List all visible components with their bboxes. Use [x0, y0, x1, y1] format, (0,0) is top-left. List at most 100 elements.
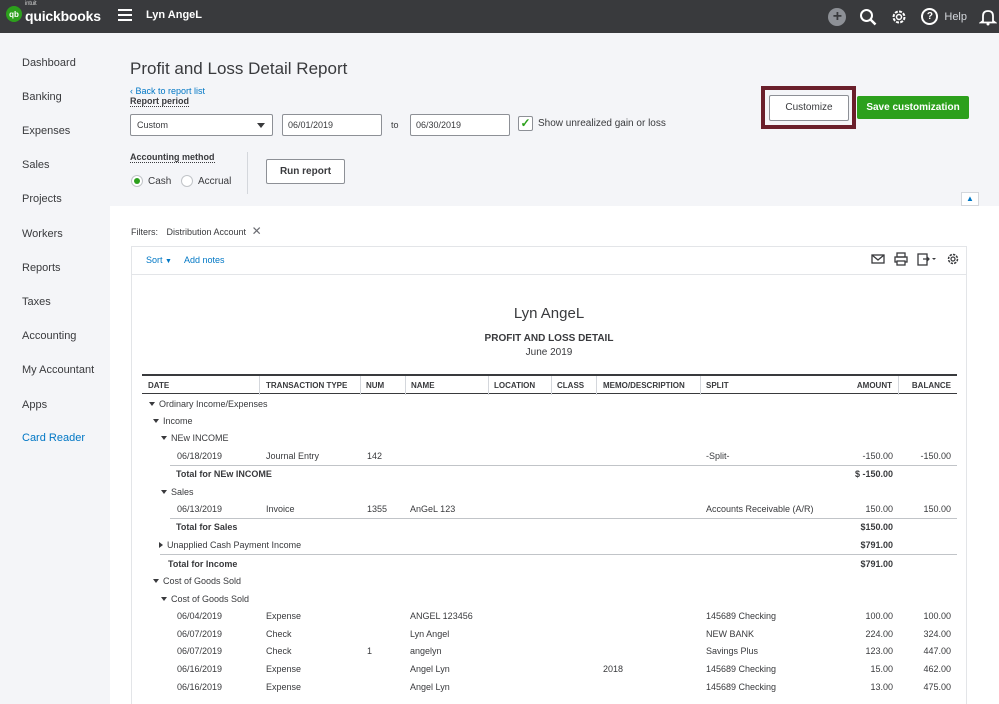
- row-type[interactable]: Invoice: [266, 504, 295, 514]
- row-num: 1355: [367, 504, 388, 514]
- row-type[interactable]: Check: [266, 629, 292, 639]
- group-ordinary[interactable]: Ordinary Income/Expenses: [149, 399, 268, 409]
- row-amount[interactable]: 15.00: [820, 664, 893, 674]
- total-sales-amount[interactable]: $150.00: [800, 522, 893, 532]
- row-type[interactable]: Expense: [266, 682, 301, 692]
- row-split: Savings Plus: [706, 646, 759, 656]
- to-label: to: [391, 120, 399, 130]
- total-new-income-label: Total for NEw INCOME: [176, 469, 272, 479]
- group-cogs[interactable]: Cost of Goods Sold: [153, 576, 241, 586]
- add-notes-link[interactable]: Add notes: [184, 255, 225, 265]
- sidebar: Dashboard Banking Expenses Sales Project…: [0, 33, 110, 704]
- group-new-income[interactable]: NEw INCOME: [161, 433, 229, 443]
- row-amount[interactable]: 13.00: [820, 682, 893, 692]
- unrealized-gain-checkbox[interactable]: ✓: [518, 116, 533, 131]
- sidebar-item-projects[interactable]: Projects: [22, 193, 62, 205]
- row-type[interactable]: Expense: [266, 664, 301, 674]
- qb-logo-icon: qb: [6, 6, 22, 22]
- column-name[interactable]: NAME: [411, 381, 435, 390]
- report-period-select[interactable]: Custom: [130, 114, 273, 136]
- row-divider: [170, 465, 957, 466]
- help-button[interactable]: ? Help: [921, 8, 967, 25]
- search-icon[interactable]: [859, 8, 877, 26]
- total-sales-label: Total for Sales: [176, 522, 238, 532]
- to-date-input[interactable]: 06/30/2019: [410, 114, 510, 136]
- unapplied-amount[interactable]: $791.00: [800, 540, 893, 550]
- sidebar-item-expenses[interactable]: Expenses: [22, 125, 70, 137]
- cash-radio-label: Cash: [148, 176, 172, 187]
- export-icon[interactable]: [917, 252, 937, 266]
- cash-radio[interactable]: [131, 175, 143, 187]
- checkmark-icon: ✓: [520, 116, 531, 130]
- row-amount[interactable]: -150.00: [820, 451, 893, 461]
- sidebar-item-apps[interactable]: Apps: [22, 399, 47, 411]
- row-split: 145689 Checking: [706, 682, 777, 692]
- sidebar-item-workers[interactable]: Workers: [22, 228, 63, 240]
- company-name: Lyn AngeL: [146, 9, 203, 21]
- close-icon[interactable]: ✕: [252, 224, 262, 238]
- column-split[interactable]: SPLIT: [706, 381, 729, 390]
- plus-icon[interactable]: +: [828, 7, 847, 26]
- collapse-icon[interactable]: ▲: [961, 192, 979, 206]
- hamburger-menu-icon[interactable]: [118, 9, 132, 21]
- sidebar-item-dashboard[interactable]: Dashboard: [22, 57, 76, 69]
- row-amount[interactable]: 100.00: [820, 611, 893, 621]
- email-icon[interactable]: [871, 253, 885, 265]
- total-income-label: Total for Income: [168, 559, 238, 569]
- row-date: 06/18/2019: [177, 451, 223, 461]
- row-balance: 462.00: [923, 664, 951, 674]
- back-to-report-list-link[interactable]: ‹ Back to report list: [130, 86, 205, 96]
- row-split: NEW BANK: [706, 629, 755, 639]
- row-date: 06/16/2019: [177, 682, 223, 692]
- row-type[interactable]: Journal Entry: [266, 451, 319, 461]
- row-amount[interactable]: 123.00: [820, 646, 893, 656]
- row-num: 1: [367, 646, 373, 656]
- sidebar-item-my-accountant[interactable]: My Accountant: [22, 364, 94, 376]
- column-transaction-type[interactable]: TRANSACTION TYPE: [266, 381, 347, 390]
- row-date: 06/04/2019: [177, 611, 223, 621]
- column-class[interactable]: CLASS: [557, 381, 584, 390]
- group-cogs-sub[interactable]: Cost of Goods Sold: [161, 594, 249, 604]
- row-balance: 447.00: [923, 646, 951, 656]
- row-balance: -150.00: [920, 451, 951, 461]
- sidebar-item-banking[interactable]: Banking: [22, 91, 62, 103]
- group-unapplied[interactable]: Unapplied Cash Payment Income: [159, 540, 301, 550]
- total-new-income-amount[interactable]: $ -150.00: [800, 469, 893, 479]
- gear-icon[interactable]: [890, 8, 908, 26]
- quickbooks-logo[interactable]: qb intuit quickbooks: [6, 1, 101, 24]
- run-report-button[interactable]: Run report: [266, 159, 345, 184]
- customize-button[interactable]: Customize: [769, 95, 849, 121]
- sidebar-item-reports[interactable]: Reports: [22, 262, 61, 274]
- column-num[interactable]: NUM: [366, 381, 384, 390]
- sort-dropdown[interactable]: Sort ▼: [146, 255, 172, 265]
- row-amount[interactable]: 150.00: [820, 504, 893, 514]
- top-icons: + ? Help: [828, 0, 999, 33]
- settings-icon[interactable]: [946, 252, 960, 266]
- sidebar-item-sales[interactable]: Sales: [22, 159, 50, 171]
- column-balance[interactable]: BALANCE: [882, 381, 951, 390]
- column-memo[interactable]: MEMO/DESCRIPTION: [603, 381, 685, 390]
- save-customization-button[interactable]: Save customization: [857, 96, 969, 119]
- group-income[interactable]: Income: [153, 416, 193, 426]
- row-amount[interactable]: 224.00: [820, 629, 893, 639]
- sort-label: Sort: [146, 255, 163, 265]
- column-location[interactable]: LOCATION: [494, 381, 535, 390]
- top-bar: qb intuit quickbooks Lyn AngeL + ? Help: [0, 0, 999, 33]
- logo-text: intuit quickbooks: [25, 1, 101, 24]
- row-num: 142: [367, 451, 383, 461]
- group-sales[interactable]: Sales: [161, 487, 194, 497]
- row-date: 06/16/2019: [177, 664, 223, 674]
- accrual-radio[interactable]: [181, 175, 193, 187]
- total-income-amount[interactable]: $791.00: [800, 559, 893, 569]
- row-type[interactable]: Check: [266, 646, 292, 656]
- row-type[interactable]: Expense: [266, 611, 301, 621]
- from-date-input[interactable]: 06/01/2019: [282, 114, 382, 136]
- chevron-down-icon: ▼: [165, 258, 172, 265]
- column-date[interactable]: DATE: [148, 381, 169, 390]
- row-split: 145689 Checking: [706, 611, 777, 621]
- print-icon[interactable]: [894, 252, 908, 266]
- logo-quickbooks-text: quickbooks: [25, 8, 101, 24]
- bell-icon[interactable]: [979, 8, 997, 26]
- sidebar-item-card-reader[interactable]: Card Reader: [22, 432, 85, 444]
- help-icon: ?: [921, 8, 939, 25]
